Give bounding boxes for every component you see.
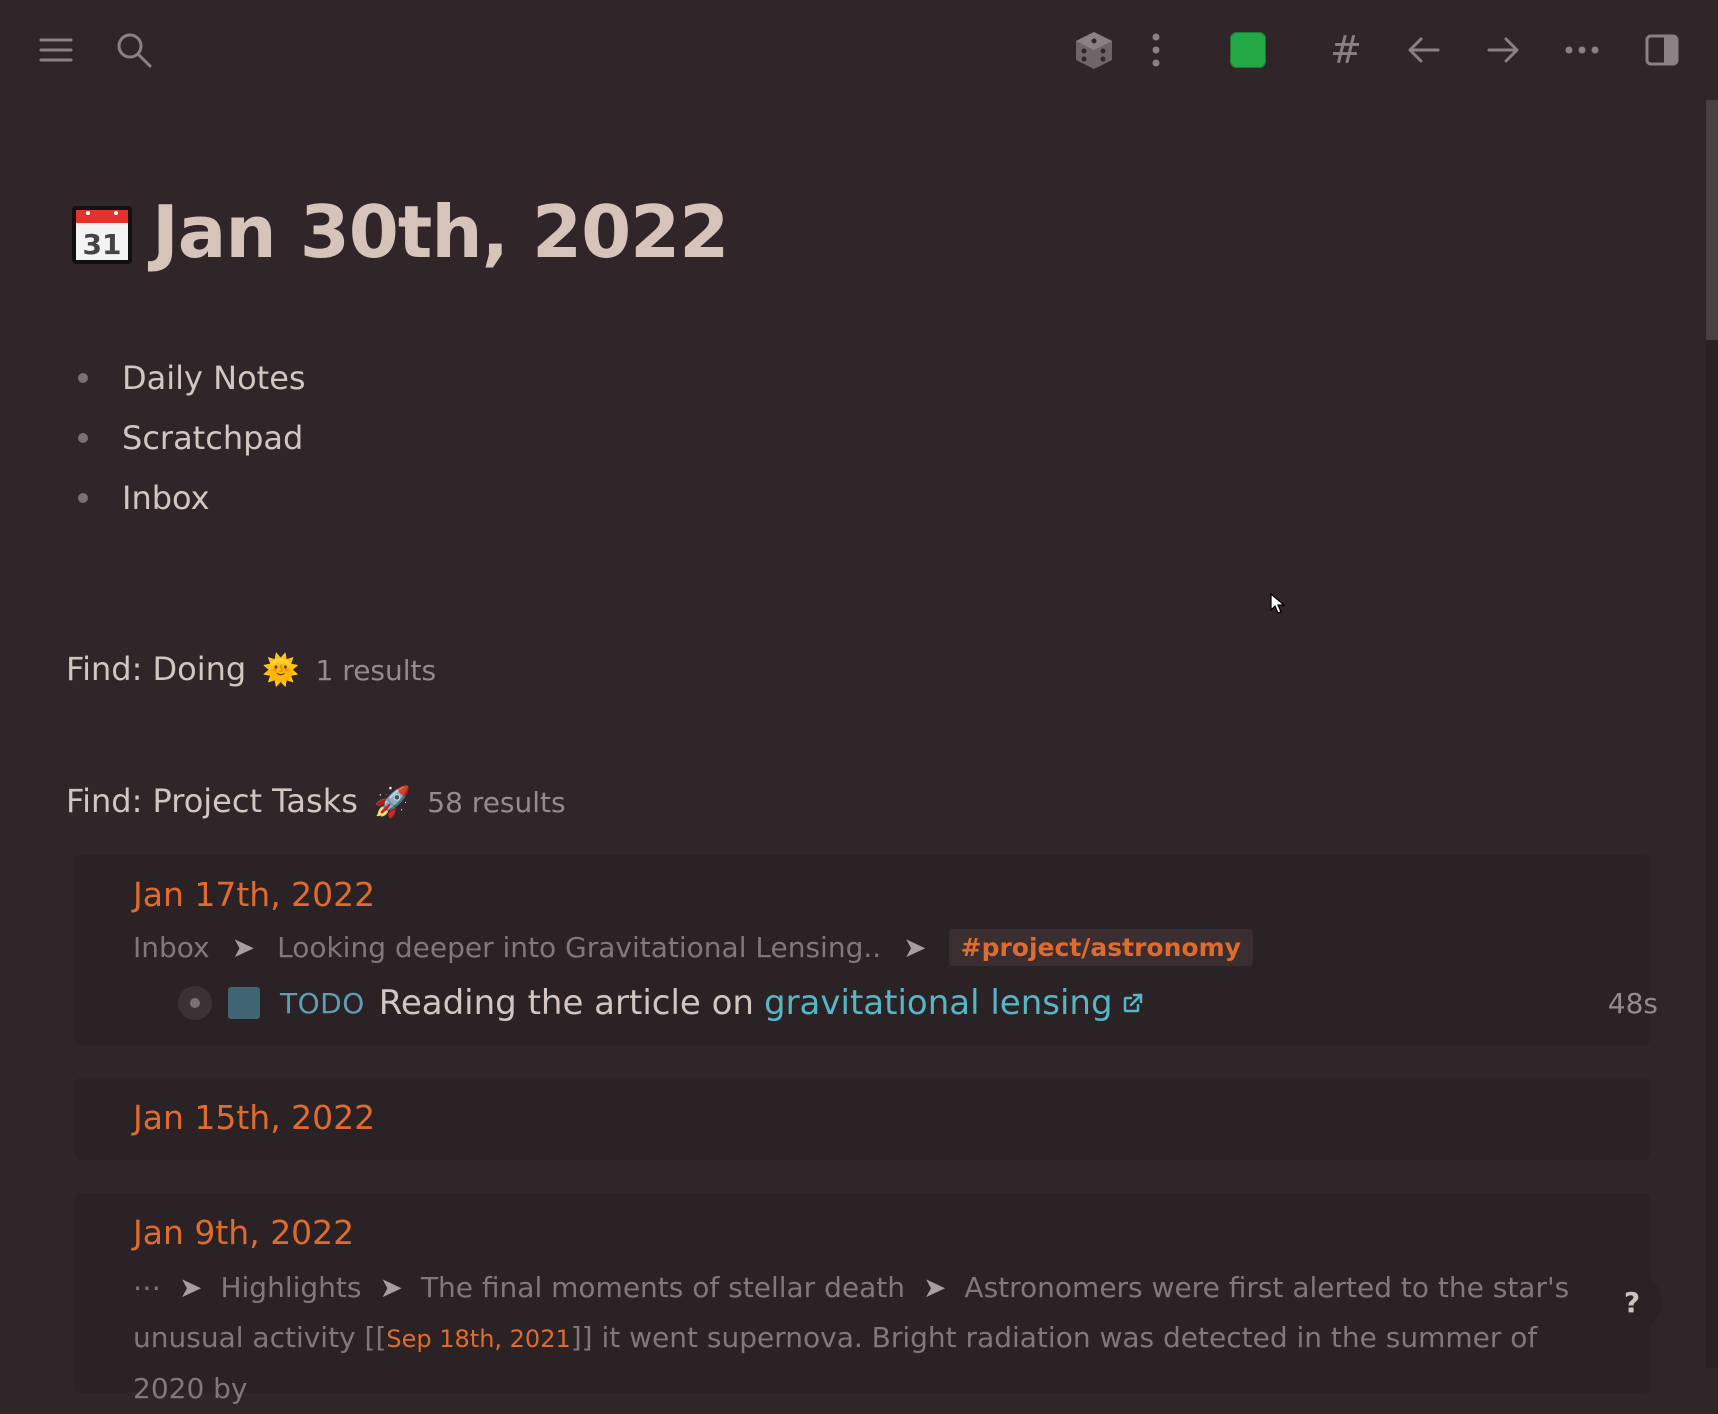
right-sidebar-icon[interactable] [1638, 26, 1686, 74]
tag-link[interactable]: #project/astronomy [948, 929, 1253, 966]
breadcrumb-item[interactable]: Looking deeper into Gravitational Lensin… [277, 931, 881, 964]
breadcrumb-arrow-icon: ➤ [231, 931, 256, 964]
hash-icon: # [1330, 28, 1362, 72]
breadcrumb-item[interactable]: Highlights [220, 1271, 361, 1304]
bullet-icon[interactable] [78, 373, 88, 383]
result-card: Jan 15th, 2022 [75, 1078, 1650, 1160]
result-card: Jan 17th, 2022 Inbox ➤ Looking deeper in… [75, 855, 1658, 1045]
result-card: Jan 9th, 2022 ⋯ ➤ Highlights ➤ The final mom… [75, 1193, 1650, 1405]
breadcrumb-arrow-icon: ➤ [379, 1271, 403, 1304]
page-title-text: Jan 30th, 2022 [152, 190, 729, 274]
block-inbox[interactable]: Inbox [78, 468, 306, 528]
external-link[interactable]: gravitational lensing [764, 983, 1113, 1023]
block-label[interactable]: Inbox [122, 479, 210, 517]
query-count: 58 results [427, 786, 566, 819]
breadcrumb-arrow-icon: ➤ [179, 1271, 203, 1304]
bullet-icon[interactable] [78, 433, 88, 443]
vertical-dots-icon[interactable] [1132, 26, 1180, 74]
dice-icon[interactable] [1070, 26, 1118, 74]
hash-button[interactable]: # [1322, 26, 1370, 74]
result-page-link[interactable]: Jan 17th, 2022 [133, 875, 375, 914]
external-link-icon[interactable] [1121, 991, 1145, 1015]
query-count: 1 results [315, 654, 437, 687]
result-page-link[interactable]: Jan 15th, 2022 [133, 1098, 375, 1137]
rocket-emoji-icon: 🚀 [373, 785, 412, 820]
bullet-icon[interactable] [78, 493, 88, 503]
task-block: TODO Reading the article on gravitationa… [178, 983, 1658, 1023]
calendar-icon: 31 [70, 202, 132, 264]
breadcrumb-item[interactable]: Inbox [133, 931, 210, 964]
scrollbar-thumb[interactable] [1706, 100, 1718, 340]
block-label[interactable]: Scratchpad [122, 419, 303, 457]
block-list: Daily Notes Scratchpad Inbox [78, 348, 306, 528]
breadcrumb-item[interactable]: The final moments of stellar death [421, 1271, 905, 1304]
page-title: 31 Jan 30th, 2022 [70, 190, 729, 274]
sun-emoji-icon: 🌞 [262, 653, 300, 688]
breadcrumb-ellipsis[interactable]: ⋯ [133, 1271, 161, 1304]
todo-marker[interactable]: TODO [280, 987, 365, 1020]
block-label[interactable]: Daily Notes [122, 359, 306, 397]
breadcrumb: Inbox ➤ Looking deeper into Gravitationa… [133, 929, 1253, 966]
top-toolbar: # [0, 0, 1718, 100]
result-page-link[interactable]: Jan 9th, 2022 [133, 1213, 354, 1252]
color-swatch [1230, 32, 1266, 68]
calendar-day: 31 [83, 228, 122, 261]
task-checkbox[interactable] [228, 987, 260, 1019]
query-project-tasks: Find: Project Tasks 🚀 58 results [66, 782, 566, 820]
block-scratchpad[interactable]: Scratchpad [78, 408, 306, 468]
task-text[interactable]: Reading the article on [379, 983, 754, 1023]
query-doing: Find: Doing 🌞 1 results [66, 650, 436, 688]
hamburger-icon[interactable] [32, 26, 80, 74]
breadcrumb-item[interactable]: Astronomers were first alerted to the st… [964, 1271, 1569, 1304]
arrow-right-icon[interactable] [1479, 26, 1527, 74]
bullet-icon[interactable] [178, 986, 212, 1020]
horizontal-dots-icon[interactable] [1558, 26, 1606, 74]
block-preview: ⋯ ➤ Highlights ➤ The final moments of stella… [133, 1263, 1593, 1414]
block-daily-notes[interactable]: Daily Notes [78, 348, 306, 408]
search-icon[interactable] [110, 26, 158, 74]
page-reference[interactable]: Sep 18th, 2021 [386, 1325, 570, 1353]
color-swatch-button[interactable] [1224, 26, 1272, 74]
block-text: unusual activity [[ [133, 1321, 387, 1354]
breadcrumb-arrow-icon: ➤ [903, 931, 927, 964]
arrow-left-icon[interactable] [1400, 26, 1448, 74]
mouse-cursor-icon [1270, 592, 1286, 619]
query-title[interactable]: Find: Project Tasks [66, 782, 358, 820]
breadcrumb-arrow-icon: ➤ [922, 1271, 947, 1304]
help-button[interactable]: ? [1602, 1272, 1662, 1332]
task-timer: 48s [1607, 986, 1658, 1020]
query-title[interactable]: Find: Doing [66, 650, 246, 688]
